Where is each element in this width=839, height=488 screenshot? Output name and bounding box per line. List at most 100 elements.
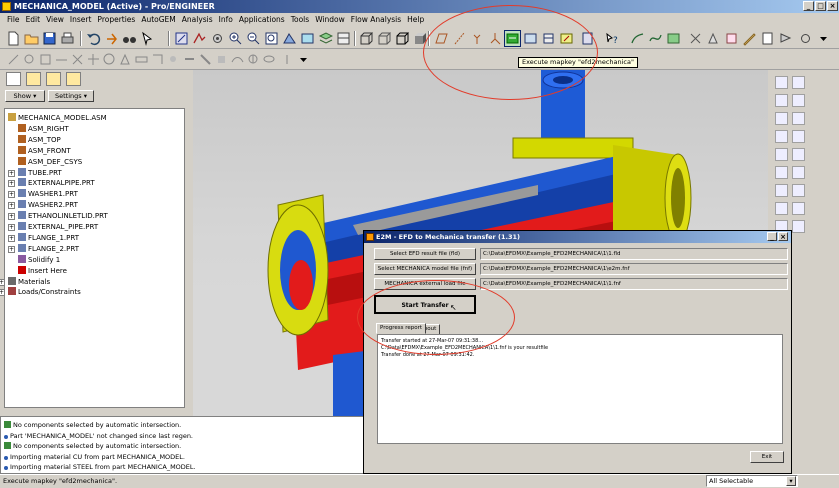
feature-5-icon[interactable] (760, 31, 775, 46)
tool-g-icon[interactable] (102, 52, 117, 67)
select-icon[interactable] (140, 31, 155, 46)
open-icon[interactable] (24, 31, 39, 46)
tree-item[interactable]: + Loads/Constraints (0, 287, 81, 298)
selection-filter-dropdown[interactable]: All Selectable ▾ (706, 475, 798, 487)
menu-insert[interactable]: Insert (67, 13, 95, 27)
expand-icon[interactable]: + (8, 234, 15, 242)
feature-7-icon[interactable] (798, 31, 813, 46)
menu-info[interactable]: Info (216, 13, 236, 27)
extrude-icon[interactable] (792, 130, 805, 143)
tool-f-icon[interactable] (86, 52, 101, 67)
chamfer-icon[interactable] (775, 184, 788, 197)
menu-analysis[interactable]: Analysis (179, 13, 216, 27)
datum-axis-icon[interactable] (792, 76, 805, 89)
tool-l-icon[interactable] (182, 52, 197, 67)
tool-c-icon[interactable] (38, 52, 53, 67)
tool-d-icon[interactable] (54, 52, 69, 67)
reorient-icon[interactable] (282, 31, 297, 46)
no-hidden-icon[interactable] (394, 31, 410, 46)
menu-applications[interactable]: Applications (236, 13, 288, 27)
spin-icon[interactable] (192, 31, 207, 46)
datum-curve-icon[interactable] (775, 94, 788, 107)
expand-icon[interactable]: + (8, 180, 15, 188)
feature-2-icon[interactable] (706, 31, 721, 46)
expand-icon[interactable]: + (8, 245, 15, 253)
model-tree-tab-icon[interactable] (6, 72, 21, 86)
tool-j-icon[interactable] (150, 52, 165, 67)
tool-i-icon[interactable] (134, 52, 149, 67)
tool-a-icon[interactable] (6, 52, 21, 67)
expand-icon[interactable]: + (8, 224, 15, 231)
tree-item[interactable]: + EXTERNAL_PIPE.PRT (8, 222, 98, 233)
cut-icon[interactable] (688, 31, 703, 46)
tree-item[interactable]: + EXTERNALPIPE.PRT (8, 178, 95, 189)
print-icon[interactable] (60, 31, 75, 46)
tree-item[interactable]: + Materials (0, 276, 50, 288)
settings-dropdown[interactable]: Settings ▾ (48, 90, 94, 102)
dialog-minimize-button[interactable]: _ (767, 232, 777, 241)
tool-o-icon[interactable] (230, 52, 245, 67)
expand-icon[interactable]: + (8, 202, 15, 210)
shell-icon[interactable] (775, 202, 788, 215)
chevron-down-icon[interactable] (816, 31, 831, 46)
tool-r-icon[interactable] (280, 52, 295, 67)
menu-tools[interactable]: Tools (288, 13, 312, 27)
expand-icon[interactable]: + (8, 169, 15, 177)
tree-item[interactable]: Insert Here (18, 265, 67, 277)
tool-q-icon[interactable] (262, 52, 277, 67)
tab-progress-report[interactable]: Progress report (376, 323, 427, 334)
round-icon[interactable] (792, 166, 805, 179)
tool-m-icon[interactable] (198, 52, 213, 67)
tool-e-icon[interactable] (70, 52, 85, 67)
menu-file[interactable]: File (4, 13, 23, 27)
expand-icon[interactable]: + (0, 278, 5, 286)
maximize-button[interactable]: □ (815, 1, 826, 11)
datum-plane-icon[interactable] (775, 76, 788, 89)
analysis-icon[interactable] (792, 112, 805, 125)
menu-edit[interactable]: Edit (23, 13, 44, 27)
menu-window[interactable]: Window (312, 13, 348, 27)
layer-tab-icon[interactable] (66, 72, 81, 86)
feature-icon[interactable] (666, 31, 681, 46)
tool-k-icon[interactable] (166, 52, 181, 67)
tree-item[interactable]: ASM_RIGHT (18, 123, 69, 135)
menu-properties[interactable]: Properties (94, 13, 138, 27)
csys-icon[interactable] (775, 112, 788, 125)
mechanica-model-path-field[interactable]: C:\Data\EFDMX\Example_EFD2MECHANICA\1\e2… (480, 263, 788, 275)
sketch-icon[interactable] (174, 31, 189, 46)
tool-h-icon[interactable] (118, 52, 133, 67)
tree-item[interactable]: + FLANGE_1.PRT (8, 232, 79, 244)
menu-view[interactable]: View (43, 13, 67, 27)
blend-icon[interactable] (775, 166, 788, 179)
menu-autogem[interactable]: AutoGEM (138, 13, 178, 27)
context-help-icon[interactable]: ? (604, 31, 619, 46)
load-file-path-field[interactable]: C:\Data\EFDMX\Example_EFD2MECHANICA\1\1.… (480, 278, 788, 290)
expand-icon[interactable]: + (8, 213, 15, 221)
dialog-close-button[interactable]: × (778, 232, 788, 241)
revolve-icon[interactable] (775, 148, 788, 161)
exit-button[interactable]: Exit (750, 451, 784, 463)
tree-item[interactable]: + WASHER1.PRT (8, 189, 78, 200)
show-dropdown[interactable]: Show ▾ (5, 90, 45, 102)
hole-icon[interactable] (792, 184, 805, 197)
pattern-icon[interactable] (792, 220, 805, 233)
tree-item[interactable]: + ETHANOLINLETLID.PRT (8, 211, 108, 222)
menu-help[interactable]: Help (404, 13, 427, 27)
hidden-line-icon[interactable] (376, 31, 392, 46)
feature-6-icon[interactable] (778, 31, 793, 46)
expand-icon[interactable]: + (0, 289, 5, 297)
refit-icon[interactable] (264, 31, 279, 46)
tree-item[interactable]: + WASHER2.PRT (8, 200, 78, 211)
undo-icon[interactable] (86, 31, 101, 46)
sweep-icon[interactable] (792, 148, 805, 161)
regenerate-icon[interactable] (104, 31, 119, 46)
favorites-tab-icon[interactable] (46, 72, 61, 86)
tree-item[interactable]: Solidify 1 (18, 254, 60, 266)
zoom-in-icon[interactable] (228, 31, 243, 46)
menu-flow-analysis[interactable]: Flow Analysis (348, 13, 404, 27)
sketch-icon[interactable] (775, 130, 788, 143)
binoculars-icon[interactable] (122, 31, 137, 46)
tree-item[interactable]: ASM_DEF_CSYS (18, 156, 82, 168)
tree-item[interactable]: ASM_TOP (18, 134, 61, 146)
layers-icon[interactable] (318, 31, 334, 46)
